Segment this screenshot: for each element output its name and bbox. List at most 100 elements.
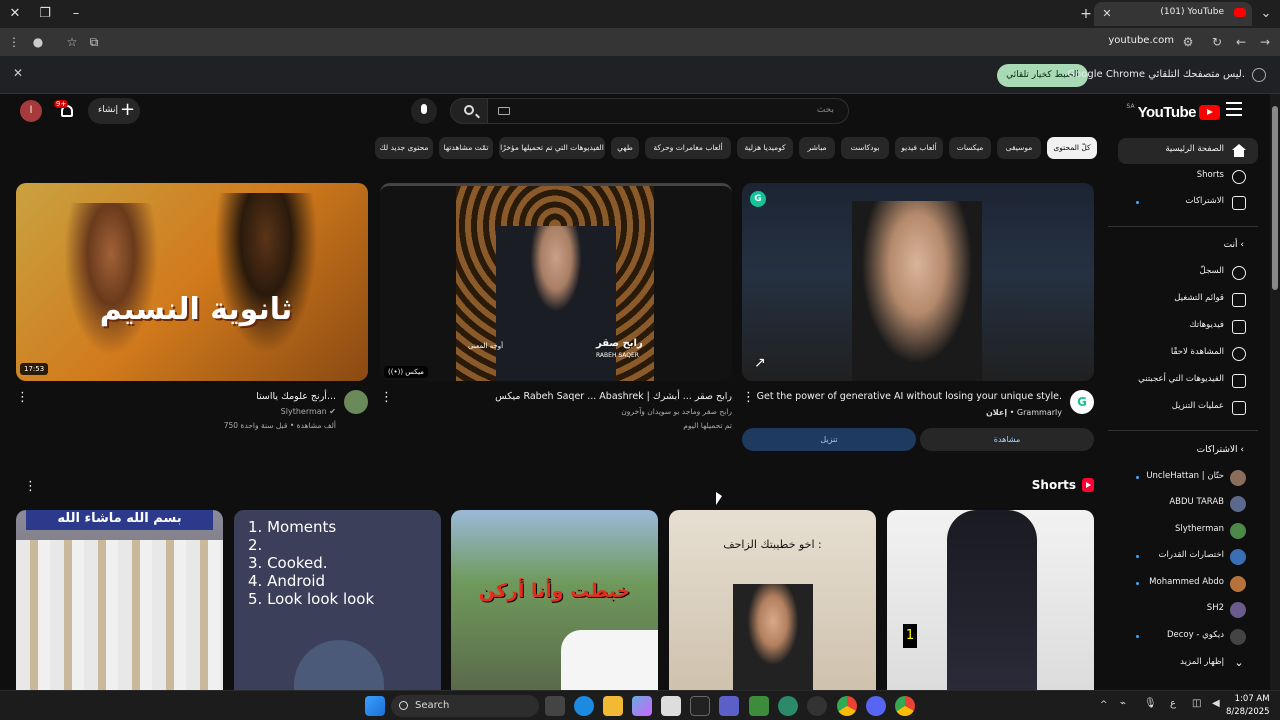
show-more-button[interactable]: إظهار المزيد ⌄: [1118, 651, 1258, 677]
chip-music[interactable]: موسيقى: [997, 137, 1041, 159]
chip-action-adventure[interactable]: ألعاب مغامرات وحركة: [645, 137, 731, 159]
bookmark-star-icon[interactable]: ☆: [62, 32, 82, 52]
app-icon[interactable]: [807, 696, 827, 716]
more-options-icon[interactable]: ⋮: [380, 390, 393, 405]
site-settings-icon[interactable]: ⚙: [1178, 32, 1198, 52]
notifications-button[interactable]: 9+: [54, 100, 78, 122]
app-icon[interactable]: [778, 696, 798, 716]
sidebar-item-history[interactable]: السجلّ: [1118, 260, 1258, 286]
chip-watched[interactable]: تمّت مشاهدتها: [439, 137, 493, 159]
subscriptions-heading[interactable]: الاشتراكات ‹: [1197, 445, 1244, 455]
mic-icon[interactable]: 🎙: [1144, 698, 1157, 709]
copilot-icon[interactable]: [632, 696, 652, 716]
tray-chevron-icon[interactable]: ^: [1100, 700, 1108, 710]
video-title[interactable]: ميكس Rabeh Saqer ... Abashrek | رابح صقر…: [392, 391, 732, 402]
volume-icon[interactable]: ◀: [1212, 698, 1220, 709]
close-window-icon[interactable]: ✕: [5, 4, 25, 24]
shorts-options-icon[interactable]: ⋮: [24, 479, 37, 494]
taskbar-search[interactable]: Search: [391, 695, 539, 717]
video-thumbnail[interactable]: G ↗: [742, 183, 1094, 381]
tab-search-icon[interactable]: ⌄: [1256, 4, 1276, 24]
browser-tab[interactable]: ✕ (101) YouTube: [1094, 2, 1252, 26]
channel-avatar[interactable]: [344, 390, 368, 414]
minecraft-icon[interactable]: [749, 696, 769, 716]
video-thumbnail[interactable]: ثانوية النسيم 17:53: [16, 183, 368, 381]
keyboard-icon[interactable]: [498, 107, 510, 115]
short-thumbnail[interactable]: خبطت وأنا أركن: [451, 510, 658, 690]
sidebar-item-downloads[interactable]: عمليات التنزيل: [1118, 395, 1258, 421]
task-view-icon[interactable]: [545, 696, 565, 716]
channel-name[interactable]: Grammarly: [1017, 408, 1062, 417]
reload-icon[interactable]: ↻: [1207, 32, 1227, 52]
short-thumbnail[interactable]: 1: [887, 510, 1094, 690]
video-thumbnail[interactable]: رابح صقر RABEH SAQER أوجه المعنى ((•)) م…: [380, 183, 732, 381]
channel-label[interactable]: Slytherman: [281, 407, 327, 416]
sidebar-item-home[interactable]: الصفحة الرئيسية: [1118, 138, 1258, 164]
chip-cooking[interactable]: طهي: [611, 137, 639, 159]
sidebar-item-playlists[interactable]: قوائم التشغيل: [1118, 287, 1258, 313]
download-ad-button[interactable]: تنزيل: [742, 428, 916, 451]
chip-all[interactable]: كلّ المحتوى: [1047, 137, 1097, 159]
voice-search-button[interactable]: [411, 98, 437, 124]
sidebar-sub-item[interactable]: Slytherman: [1118, 518, 1258, 544]
watch-ad-button[interactable]: مشاهدة: [920, 428, 1094, 451]
sidebar-item-your-videos[interactable]: فيديوهاتك: [1118, 314, 1258, 340]
short-thumbnail[interactable]: 1. Moments 2. 3. Cooked. 4. Android 5. L…: [234, 510, 441, 690]
avatar[interactable]: ا: [20, 100, 42, 122]
sidebar-sub-item[interactable]: اختصارات القدرات: [1118, 544, 1258, 570]
network-icon[interactable]: ⌁: [1120, 698, 1126, 709]
chip-comedy[interactable]: كوميديا هزلية: [737, 137, 793, 159]
create-button[interactable]: إنشاء +: [88, 98, 140, 124]
youtube-logo[interactable]: SA YouTube: [1127, 103, 1220, 121]
search-input[interactable]: بحث: [487, 98, 849, 124]
chrome-icon[interactable]: [837, 696, 857, 716]
discord-icon[interactable]: [866, 696, 886, 716]
more-options-icon[interactable]: ⋮: [742, 390, 755, 405]
sidebar-item-shorts[interactable]: Shorts: [1118, 164, 1258, 190]
sidebar-item-subscriptions[interactable]: الاشتراكات: [1118, 190, 1258, 216]
chip-podcasts[interactable]: بودكاست: [841, 137, 889, 159]
channel-avatar[interactable]: G: [1070, 390, 1094, 414]
chip-mixes[interactable]: ميكسات: [949, 137, 991, 159]
chip-new-to-you[interactable]: محتوى جديد لك: [375, 137, 433, 159]
close-tab-icon[interactable]: ✕: [1098, 4, 1116, 24]
forward-icon[interactable]: ←: [1231, 32, 1251, 52]
close-infobar-icon[interactable]: ✕: [10, 66, 26, 84]
video-title[interactable]: أرنج علومك يااستا...: [256, 391, 336, 402]
chip-video-games[interactable]: ألعاب فيديو: [895, 137, 943, 159]
back-icon[interactable]: →: [1255, 32, 1275, 52]
more-options-icon[interactable]: ⋮: [16, 390, 29, 405]
new-tab-icon[interactable]: +: [1078, 4, 1094, 24]
channel-name[interactable]: Slytherman ✔: [281, 407, 336, 416]
taskbar-clock[interactable]: 1:07 AM 8/28/2025: [1226, 693, 1270, 719]
video-channels[interactable]: رابح صقر وماجد بو سويدان وآخرون: [621, 407, 732, 416]
install-app-icon[interactable]: ⧉: [84, 32, 104, 52]
sidebar-item-watch-later[interactable]: المشاهدة لاحقًا: [1118, 341, 1258, 367]
scrollbar-thumb[interactable]: [1272, 106, 1278, 290]
page-scrollbar[interactable]: [1270, 94, 1280, 690]
sidebar-sub-item[interactable]: UncleHattan | حتّان: [1118, 465, 1258, 491]
app-icon[interactable]: [690, 696, 710, 716]
video-title[interactable]: Get the power of generative AI without l…: [722, 391, 1062, 402]
you-heading[interactable]: أنت ‹: [1224, 240, 1244, 250]
restore-window-icon[interactable]: ❐: [35, 4, 55, 24]
chip-live[interactable]: مباشر: [799, 137, 835, 159]
file-explorer-icon[interactable]: [603, 696, 623, 716]
sidebar-item-liked-videos[interactable]: الفيديوهات التي أعجبتني: [1118, 368, 1258, 394]
app-icon[interactable]: [719, 696, 739, 716]
short-thumbnail[interactable]: اخو خطيبتك الزاحف :: [669, 510, 876, 690]
chrome-menu-icon[interactable]: ⋮: [4, 32, 24, 52]
hamburger-menu-icon[interactable]: [1226, 102, 1242, 116]
search-button[interactable]: [450, 98, 488, 124]
language-icon[interactable]: ع: [1170, 698, 1176, 709]
external-link-icon[interactable]: ↗: [754, 355, 766, 371]
url-text[interactable]: youtube.com: [1108, 35, 1174, 46]
profile-icon[interactable]: ●: [28, 32, 48, 52]
edge-icon[interactable]: [574, 696, 594, 716]
windows-start-icon[interactable]: [365, 696, 385, 716]
sidebar-sub-item[interactable]: Mohammed Abdo: [1118, 571, 1258, 597]
sidebar-sub-item[interactable]: ABDU TARAB: [1118, 491, 1258, 517]
wifi-icon[interactable]: ◫: [1192, 698, 1201, 709]
chrome-active-icon[interactable]: [895, 696, 915, 716]
sidebar-sub-item[interactable]: Decoy - ديكوي: [1118, 624, 1258, 650]
